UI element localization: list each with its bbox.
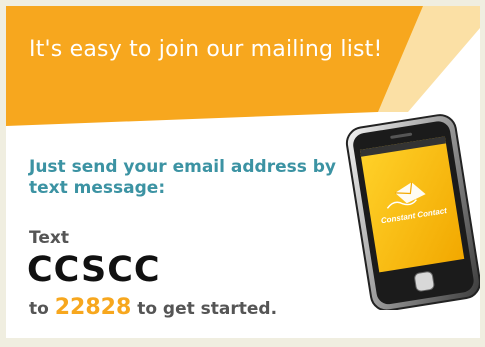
short-code-line: to 22828 to get started. xyxy=(29,296,277,321)
text-label: Text xyxy=(29,228,69,248)
keyword: CCSCC xyxy=(27,250,161,290)
instruction-text: Just send your email address by text mes… xyxy=(29,157,337,198)
headline: It's easy to join our mailing list! xyxy=(29,37,383,62)
to-word: to xyxy=(29,299,49,319)
short-code: 22828 xyxy=(54,295,132,320)
phone-home-button xyxy=(414,271,435,292)
banner-orange-shape xyxy=(6,6,423,126)
smartphone-icon: Constant Contact xyxy=(345,114,480,310)
mailing-list-card: It's easy to join our mailing list! Just… xyxy=(6,6,480,338)
get-started-text: to get started. xyxy=(137,299,278,319)
